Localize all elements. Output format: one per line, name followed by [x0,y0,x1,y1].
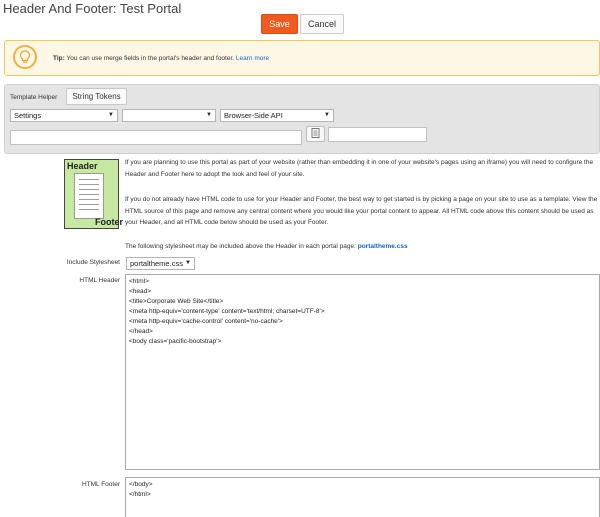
page-title: Header And Footer: Test Portal [3,1,182,16]
portaltheme-css-link[interactable]: portaltheme.css [358,243,408,250]
stylesheet-note: The following stylesheet may be included… [125,243,356,250]
chevron-down-icon: ▼ [185,260,191,266]
api-select-value: Browser-Side API [224,111,283,120]
token-output-field[interactable] [10,130,302,145]
stylesheet-select[interactable]: portaltheme.css ▼ [126,257,195,270]
instructions-paragraph-2: If you do not already have HTML code to … [125,196,598,226]
string-tokens-tab[interactable]: String Tokens [66,88,127,105]
copy-button[interactable] [306,126,325,142]
instructions-paragraph-1: If you are planning to use this portal a… [125,159,594,178]
html-footer-textarea[interactable]: </body> </html> [125,477,600,517]
token-select[interactable]: ▼ [122,109,216,122]
category-select-value: Settings [14,111,42,120]
html-header-label: HTML Header [79,277,120,284]
cancel-button[interactable]: Cancel [300,14,344,34]
stylesheet-select-value: portaltheme.css [130,259,183,268]
html-header-textarea[interactable]: <html> <head> <title>Corporate Web Site<… [125,274,600,470]
chevron-down-icon: ▼ [108,112,114,118]
document-icon [311,125,320,143]
illustration-footer-label: Footer [95,217,123,227]
tip-message: You can use merge fields in the portal's… [66,55,235,62]
save-button[interactable]: Save [261,14,298,34]
lightbulb-icon [13,45,37,69]
api-select[interactable]: Browser-Side API ▼ [220,109,334,122]
learn-more-link[interactable]: Learn more [236,55,269,62]
chevron-down-icon: ▼ [206,112,212,118]
instructions-paragraph-3: The following stylesheet may be included… [125,241,598,253]
token-value-field[interactable] [328,127,427,142]
chevron-down-icon: ▼ [324,112,330,118]
page-illustration [74,173,104,219]
tip-text: Tip: You can use merge fields in the por… [53,55,269,62]
tip-prefix: Tip: [53,55,65,62]
template-helper-label: Template Helper [10,94,58,101]
include-stylesheet-label: Include Stylesheet [66,259,120,266]
illustration-header-label: Header [67,161,98,171]
category-select[interactable]: Settings ▼ [10,109,118,122]
html-footer-label: HTML Footer [81,481,120,488]
